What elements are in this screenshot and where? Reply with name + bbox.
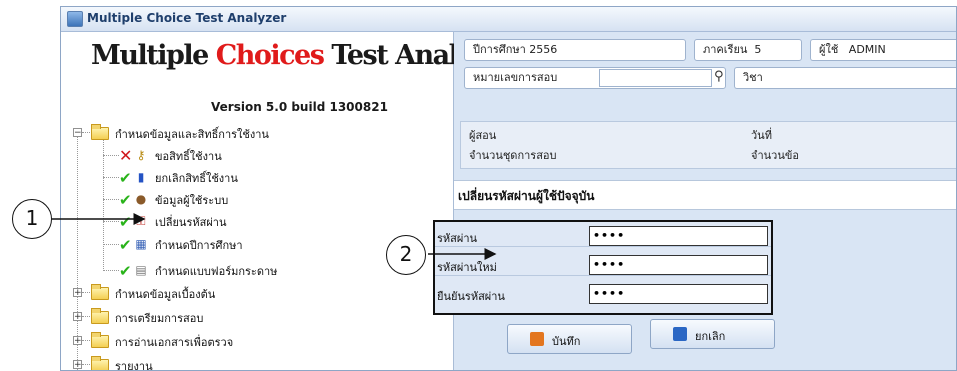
callout-2: 2: [386, 235, 426, 275]
callout-arrows: [52, 213, 497, 260]
callout-1: 1: [12, 199, 52, 239]
